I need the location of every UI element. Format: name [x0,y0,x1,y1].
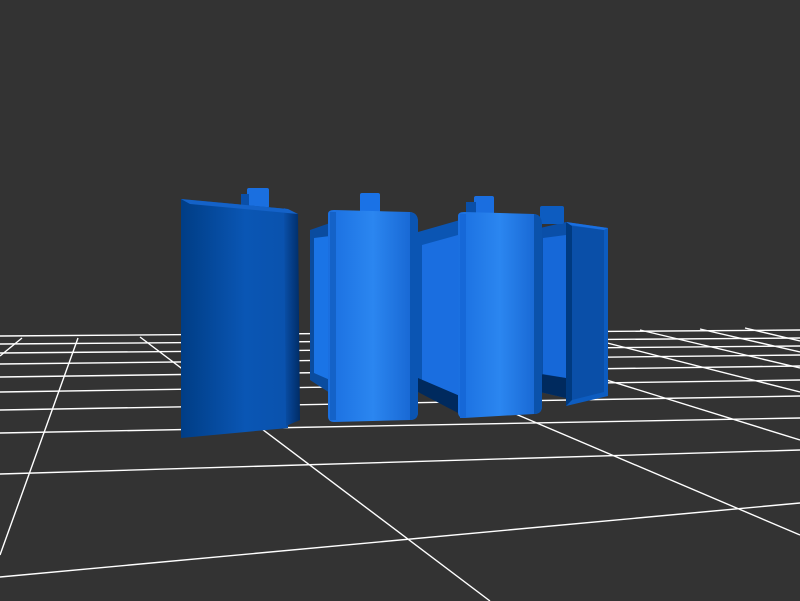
scene-canvas[interactable] [0,0,800,601]
grid-line [0,502,800,578]
model-part-1[interactable] [181,199,300,438]
model-part-4[interactable] [566,222,608,406]
tab[interactable] [540,206,564,224]
grid-line [0,337,79,556]
tab[interactable] [247,188,269,208]
3d-viewport[interactable] [0,0,800,601]
grid-line [699,328,800,353]
tab[interactable] [360,193,380,213]
model-part-3[interactable] [458,212,542,418]
model-part-2[interactable] [328,210,418,422]
grid-line [0,449,800,475]
